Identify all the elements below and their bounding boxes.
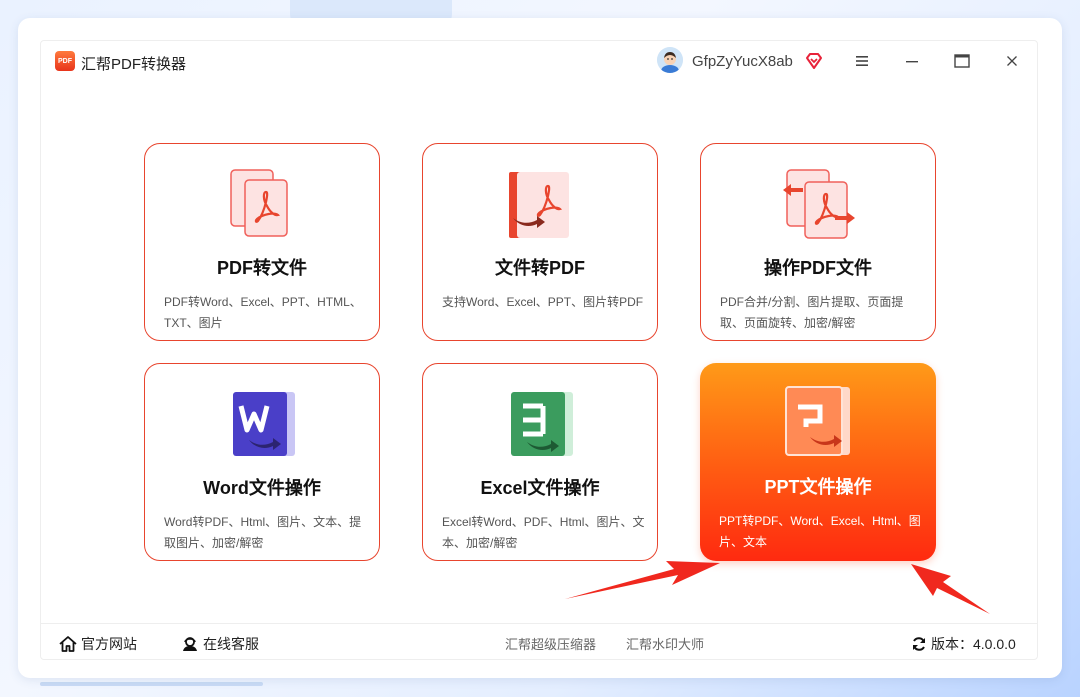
card-description: PPT转PDF、Word、Excel、Html、图片、文本 xyxy=(719,514,921,549)
background-bar xyxy=(40,682,263,686)
file-to-pdf-icon xyxy=(503,166,579,242)
vip-diamond-icon[interactable] xyxy=(805,52,823,70)
footer-bar: 官方网站 在线客服 汇帮超级压缩器 汇帮水印大师 版本：4.0.0.0 xyxy=(41,623,1037,660)
online-support-label: 在线客服 xyxy=(203,636,259,652)
card-ppt[interactable]: PPT文件操作 PPT转PDF、Word、Excel、Html、图片、文本 xyxy=(700,363,936,561)
annotation-arrow-right xyxy=(911,564,990,614)
minimize-icon xyxy=(906,61,918,63)
card-title: PDF转文件 xyxy=(217,258,307,278)
official-website-link[interactable]: 官方网站 xyxy=(59,634,137,654)
maximize-button[interactable] xyxy=(951,51,973,71)
refresh-icon xyxy=(913,637,925,651)
online-support-link[interactable]: 在线客服 xyxy=(181,634,259,654)
annotation-arrow-left xyxy=(565,561,720,599)
title-bar: PDF 汇帮PDF转换器 GfpZyYucX8ab xyxy=(41,41,1037,81)
card-title: 操作PDF文件 xyxy=(764,258,872,278)
card-description: 支持Word、Excel、PPT、图片转PDF xyxy=(442,295,644,309)
card-description: PDF合并/分割、图片提取、页面提取、页面旋转、加密/解密 xyxy=(720,295,904,330)
card-excel[interactable]: Excel文件操作 Excel转Word、PDF、Html、图片、文本、加密/解… xyxy=(422,363,658,561)
official-website-label: 官方网站 xyxy=(81,636,137,652)
card-word[interactable]: Word文件操作 Word转PDF、Html、图片、文本、提取图片、加密/解密 xyxy=(144,363,380,561)
home-icon xyxy=(59,636,77,652)
excel-icon xyxy=(503,386,579,462)
customer-service-icon xyxy=(183,637,197,651)
app-content: PDF 汇帮PDF转换器 GfpZyYucX8ab PDF转文件 PDF转Wor… xyxy=(40,40,1038,660)
card-description: Word转PDF、Html、图片、文本、提取图片、加密/解密 xyxy=(164,515,362,550)
version-info[interactable]: 版本：4.0.0.0 xyxy=(911,634,1016,654)
card-description: Excel转Word、PDF、Html、图片、文本、加密/解密 xyxy=(442,515,645,550)
pdf-to-file-icon xyxy=(225,166,301,242)
card-file-to-pdf[interactable]: 文件转PDF 支持Word、Excel、PPT、图片转PDF xyxy=(422,143,658,341)
word-icon xyxy=(225,386,301,462)
card-title: Excel文件操作 xyxy=(480,478,600,498)
version-label: 版本：4.0.0.0 xyxy=(931,636,1016,652)
menu-button[interactable] xyxy=(851,51,873,71)
hamburger-icon xyxy=(856,56,868,66)
close-icon xyxy=(1007,56,1017,66)
card-title: 文件转PDF xyxy=(495,258,585,278)
minimize-button[interactable] xyxy=(901,51,923,71)
watermark-link[interactable]: 汇帮水印大师 xyxy=(626,634,704,653)
card-operate-pdf[interactable]: 操作PDF文件 PDF合并/分割、图片提取、页面提取、页面旋转、加密/解密 xyxy=(700,143,936,341)
username[interactable]: GfpZyYucX8ab xyxy=(692,53,793,70)
app-title: 汇帮PDF转换器 xyxy=(81,56,187,73)
app-logo-icon: PDF xyxy=(55,51,75,71)
card-title: PPT文件操作 xyxy=(764,477,872,497)
close-button[interactable] xyxy=(1001,51,1023,71)
card-description: PDF转Word、Excel、PPT、HTML、TXT、图片 xyxy=(164,295,362,330)
ppt-icon xyxy=(780,385,856,461)
compressor-link[interactable]: 汇帮超级压缩器 xyxy=(505,634,596,653)
avatar[interactable] xyxy=(657,47,683,73)
pdf-operate-icon xyxy=(781,166,857,242)
maximize-icon xyxy=(954,54,970,68)
card-pdf-to-file[interactable]: PDF转文件 PDF转Word、Excel、PPT、HTML、TXT、图片 xyxy=(144,143,380,341)
card-title: Word文件操作 xyxy=(203,478,321,498)
